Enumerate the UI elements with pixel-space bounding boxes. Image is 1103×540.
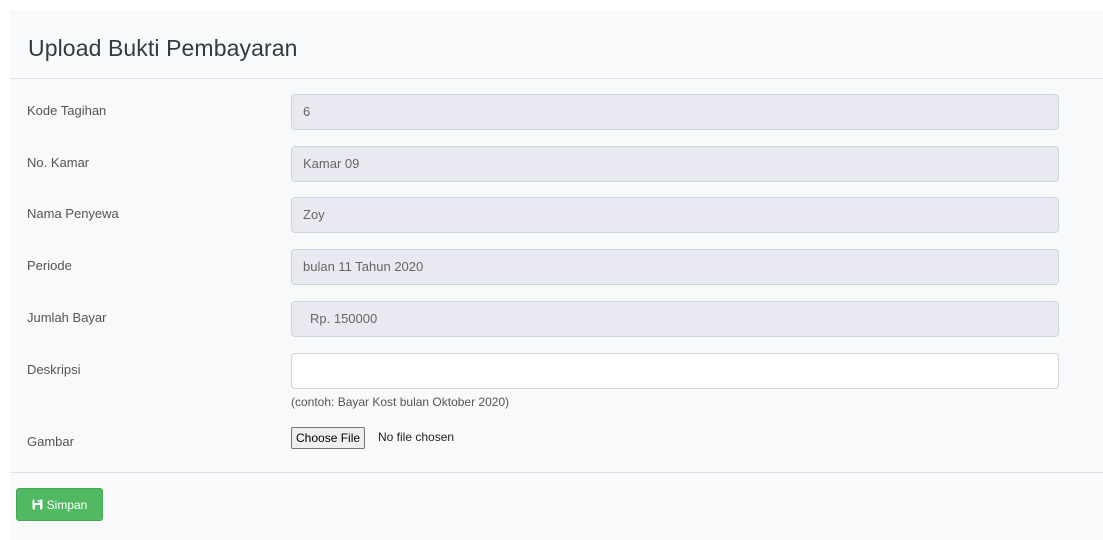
kode-tagihan-field[interactable]: 6 xyxy=(291,94,1059,130)
jumlah-bayar-field[interactable]: Rp. 150000 xyxy=(291,301,1059,337)
label-periode: Periode xyxy=(27,258,72,273)
card-title: Upload Bukti Pembayaran xyxy=(28,35,298,61)
label-jumlah-bayar: Jumlah Bayar xyxy=(27,310,107,325)
label-nama-penyewa: Nama Penyewa xyxy=(27,206,119,221)
nama-penyewa-field[interactable]: Zoy xyxy=(291,197,1059,233)
header-divider xyxy=(10,78,1103,79)
periode-field[interactable]: bulan 11 Tahun 2020 xyxy=(291,249,1059,285)
label-no-kamar: No. Kamar xyxy=(27,155,90,170)
deskripsi-input[interactable] xyxy=(291,353,1059,389)
save-button-label: Simpan xyxy=(46,497,88,512)
no-kamar-field[interactable]: Kamar 09 xyxy=(291,146,1059,182)
file-status-text: No file chosen xyxy=(378,430,455,444)
floppy-disk-icon xyxy=(32,499,43,510)
label-deskripsi: Deskripsi xyxy=(27,362,81,377)
label-kode-tagihan: Kode Tagihan xyxy=(27,103,107,118)
upload-card: Upload Bukti Pembayaran Kode Tagihan 6 N… xyxy=(10,10,1103,540)
deskripsi-help-text: (contoh: Bayar Kost bulan Oktober 2020) xyxy=(291,395,510,409)
footer-divider xyxy=(10,472,1103,473)
label-gambar: Gambar xyxy=(27,434,74,449)
choose-file-button[interactable]: Choose File xyxy=(291,427,366,449)
save-button[interactable]: Simpan xyxy=(16,488,103,521)
